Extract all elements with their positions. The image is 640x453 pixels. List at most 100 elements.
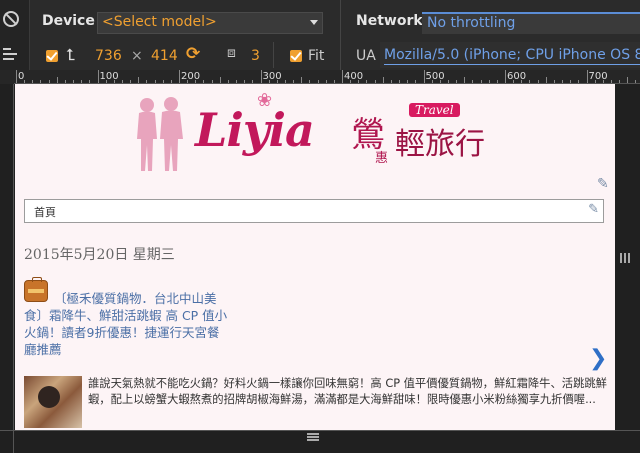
device-pixel-ratio-icon: ⧈ bbox=[227, 45, 236, 61]
ruler-tick bbox=[586, 70, 588, 83]
logo-latin: Liyia bbox=[195, 103, 315, 157]
ruler-tick bbox=[56, 77, 58, 83]
nav-home-link[interactable]: 首頁 bbox=[34, 204, 56, 220]
drawer-menu-icon[interactable] bbox=[3, 48, 19, 60]
ruler-tick bbox=[236, 80, 238, 83]
ruler-tick bbox=[301, 77, 303, 83]
user-agent-value: Mozilla/5.0 (iPhone; CPU iPhone OS 8_ bbox=[384, 47, 640, 63]
ruler-tick bbox=[81, 80, 83, 83]
ruler-tick bbox=[342, 70, 343, 83]
next-post-arrow-icon[interactable]: ❯ bbox=[589, 346, 607, 371]
page-nav-bar: 首頁 ✎ bbox=[24, 199, 604, 223]
device-model-select[interactable]: <Select model> bbox=[97, 12, 323, 34]
rotate-icon[interactable]: ⟳ bbox=[186, 44, 200, 64]
ruler-tick bbox=[562, 80, 564, 83]
post-thumbnail[interactable] bbox=[24, 376, 82, 428]
ruler-tick bbox=[252, 80, 254, 83]
resolution-checkbox[interactable] bbox=[46, 50, 58, 62]
ruler-tick bbox=[480, 80, 482, 83]
ruler-tick bbox=[97, 70, 99, 83]
ruler-tick bbox=[162, 80, 164, 83]
ruler-tick bbox=[89, 80, 91, 83]
ruler-tick bbox=[48, 80, 50, 83]
ruler-tick bbox=[284, 80, 286, 83]
ruler-tick bbox=[170, 80, 172, 83]
toolbar-divider-ua bbox=[340, 42, 341, 68]
ruler-tick bbox=[309, 80, 311, 83]
ruler-tick bbox=[627, 77, 629, 83]
device-pixel-ratio-input[interactable]: 3 bbox=[251, 48, 260, 64]
ruler-tick bbox=[244, 80, 246, 83]
ruler-label: 500 bbox=[425, 71, 445, 82]
edit-nav-icon[interactable]: ✎ bbox=[588, 202, 599, 217]
ruler-label: 400 bbox=[344, 71, 364, 82]
ruler-tick bbox=[146, 80, 148, 83]
resize-handle-right[interactable] bbox=[620, 253, 630, 263]
disable-emulation-icon[interactable] bbox=[3, 11, 19, 27]
device-label: Device bbox=[42, 13, 95, 29]
emulated-viewport: ❀ Liyia 鶯 Travel 輕旅行 惠 ✎ 首頁 ✎ 2015年5月20日… bbox=[15, 84, 615, 430]
ua-underline bbox=[384, 64, 640, 65]
ruler-tick bbox=[619, 80, 621, 83]
ruler-tick bbox=[138, 77, 140, 83]
resize-handle-bottom[interactable] bbox=[307, 433, 319, 442]
ruler-tick bbox=[635, 80, 637, 83]
ruler-tick bbox=[399, 80, 401, 83]
ruler-tick bbox=[40, 80, 42, 83]
ruler-tick bbox=[374, 80, 376, 83]
network-throttling-value: No throttling bbox=[427, 15, 516, 31]
ruler-tick bbox=[570, 80, 572, 83]
ruler-tick bbox=[447, 80, 449, 83]
post-excerpt: 誰說天氣熱就不能吃火鍋？好料火鍋一樣讓你回味無窮！高 CP 值平價優質鍋物，鮮紅… bbox=[88, 377, 607, 406]
width-input[interactable]: 736 bbox=[95, 48, 122, 64]
ruler-tick bbox=[179, 70, 180, 83]
swap-dimensions-icon[interactable]: ⮤ bbox=[66, 45, 75, 65]
ruler-tick bbox=[203, 80, 205, 83]
ruler-corner bbox=[0, 70, 14, 84]
user-agent-input[interactable]: Mozilla/5.0 (iPhone; CPU iPhone OS 8_ bbox=[380, 42, 640, 68]
ruler-tick bbox=[64, 80, 66, 83]
fit-checkbox[interactable] bbox=[290, 50, 302, 62]
ruler-label: 200 bbox=[181, 71, 201, 82]
logo-cn-trip: 輕旅行 bbox=[395, 127, 485, 162]
ua-label: UA bbox=[356, 48, 376, 64]
ruler-tick bbox=[32, 80, 34, 83]
ruler-tick bbox=[488, 80, 490, 83]
viewport-left-gutter bbox=[0, 84, 14, 453]
ruler-tick bbox=[382, 77, 384, 83]
ruler-tick bbox=[407, 80, 409, 83]
ruler-label: 300 bbox=[262, 71, 282, 82]
site-banner[interactable]: ❀ Liyia 鶯 Travel 輕旅行 惠 bbox=[125, 89, 525, 175]
post-title-link[interactable]: 〔極禾優質鍋物．台北中山美食〕霜降牛、鮮甜活跳蝦 高 CP 值小火鍋！讀者9折優… bbox=[24, 290, 229, 358]
chevron-down-icon bbox=[310, 20, 318, 25]
times-sign: × bbox=[131, 48, 143, 64]
network-throttling-select[interactable]: No throttling bbox=[422, 12, 640, 34]
ruler-tick bbox=[464, 77, 466, 83]
viewport-right-gutter bbox=[615, 84, 640, 453]
edit-widget-icon[interactable]: ✎ bbox=[597, 176, 609, 192]
ruler-label: 700 bbox=[588, 71, 608, 82]
devtools-toolbar: Device <Select model> Network No throttl… bbox=[0, 0, 640, 70]
horizontal-ruler: 0 100 200 300 400 500 600 700 bbox=[14, 70, 640, 84]
ruler-tick bbox=[529, 80, 531, 83]
ruler-tick bbox=[578, 80, 580, 83]
ruler-tick bbox=[456, 80, 458, 83]
ruler-tick bbox=[16, 70, 17, 83]
ruler-tick bbox=[415, 80, 417, 83]
ruler-tick bbox=[325, 80, 327, 83]
post-date: 2015年5月20日 星期三 bbox=[24, 247, 175, 263]
ruler-label: 100 bbox=[99, 71, 119, 82]
ruler-tick bbox=[219, 77, 221, 83]
ruler-tick bbox=[545, 77, 547, 83]
ruler-tick bbox=[366, 80, 368, 83]
ruler-tick bbox=[121, 80, 123, 83]
ruler-tick bbox=[130, 80, 132, 83]
ruler-tick bbox=[553, 80, 555, 83]
couple-silhouette-icon bbox=[137, 97, 183, 171]
ruler-tick bbox=[390, 80, 392, 83]
ruler-label: 600 bbox=[507, 71, 527, 82]
toolbar-divider-small bbox=[273, 42, 274, 68]
height-input[interactable]: 414 bbox=[151, 48, 178, 64]
device-model-value: <Select model> bbox=[102, 14, 217, 30]
logo-travel-tag: Travel bbox=[409, 103, 460, 117]
